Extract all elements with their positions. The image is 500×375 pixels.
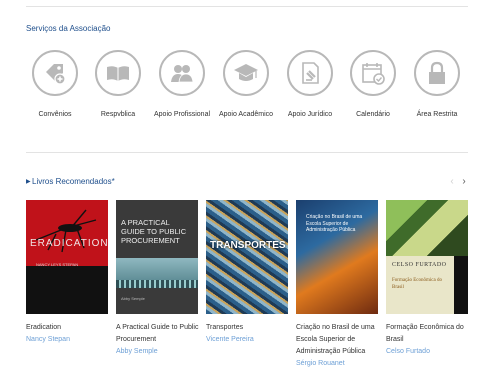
cover-title: TRANSPORTES (210, 240, 286, 251)
service-label: Convênios (38, 111, 72, 118)
service-label: Área Restrita (416, 111, 458, 118)
service-label: Respvblica (100, 111, 136, 118)
service-label: Apoio Acadêmico (218, 111, 274, 118)
book-cover[interactable]: ERADICATION NANCY LEYS STEPAN (26, 200, 108, 314)
mosquito-icon (35, 209, 97, 253)
book-author[interactable]: Vicente Pereira (206, 336, 290, 343)
book-card-procurement[interactable]: A PRACTICAL GUIDE TO PUBLIC PROCUREMENT … (116, 200, 200, 355)
service-calendario[interactable]: Calendário (338, 50, 408, 118)
service-apoio-academico[interactable]: Apoio Acadêmico (211, 50, 281, 118)
carousel-next-button[interactable]: › (459, 176, 469, 188)
books-section-title: Livros Recomendados* (32, 177, 115, 186)
book-title[interactable]: Eradication (26, 322, 110, 334)
cover-title: Formação Econômica do Brasil (392, 278, 442, 290)
cover-author: CELSO FURTADO (392, 262, 447, 268)
book-cover[interactable]: Criação no Brasil de uma Escola Superior… (296, 200, 378, 314)
top-divider (26, 6, 468, 7)
book-author[interactable]: Celso Furtado (386, 348, 470, 355)
service-label: Apoio Profissional (153, 111, 211, 118)
cover-title: Criação no Brasil de uma Escola Superior… (306, 214, 363, 233)
services-row: Convênios Respvblica Apoio Profissional … (20, 50, 475, 125)
book-author[interactable]: Nancy Stepan (26, 336, 110, 343)
book-author[interactable]: Abby Semple (116, 348, 200, 355)
book-title[interactable]: A Practical Guide to Public Procurement (116, 322, 200, 346)
service-label: Apoio Jurídico (287, 111, 333, 118)
services-section-title: Serviços da Associação (26, 24, 111, 33)
carousel-prev-button[interactable]: ‹ (447, 176, 457, 188)
tag-plus-icon (32, 50, 78, 96)
document-gavel-icon (287, 50, 333, 96)
padlock-icon (414, 50, 460, 96)
book-cover[interactable]: TRANSPORTES (206, 200, 288, 314)
cover-author: NANCY LEYS STEPAN (36, 262, 79, 267)
book-card-formacao[interactable]: CELSO FURTADO Formação Econômica do Bras… (386, 200, 470, 355)
service-convenios[interactable]: Convênios (20, 50, 90, 118)
book-cover[interactable]: A PRACTICAL GUIDE TO PUBLIC PROCUREMENT … (116, 200, 198, 314)
cover-title: ERADICATION (30, 238, 108, 249)
book-title[interactable]: Formação Econômica do Brasil (386, 322, 470, 346)
service-apoio-juridico[interactable]: Apoio Jurídico (275, 50, 345, 118)
service-apoio-profissional[interactable]: Apoio Profissional (147, 50, 217, 118)
caret-right-icon: ▶ (26, 179, 31, 185)
book-card-eradication[interactable]: ERADICATION NANCY LEYS STEPAN Eradicatio… (26, 200, 110, 343)
graduation-cap-icon (223, 50, 269, 96)
service-respvblica[interactable]: Respvblica (83, 50, 153, 118)
book-card-transportes[interactable]: TRANSPORTES Transportes Vicente Pereira (206, 200, 290, 343)
cover-author: Abby Semple (121, 296, 145, 301)
open-book-icon (95, 50, 141, 96)
book-title[interactable]: Criação no Brasil de uma Escola Superior… (296, 322, 380, 358)
service-area-restrita[interactable]: Área Restrita (402, 50, 472, 118)
book-author[interactable]: Sérgio Rouanet (296, 360, 380, 367)
service-label: Calendário (356, 111, 390, 118)
book-cover[interactable]: CELSO FURTADO Formação Econômica do Bras… (386, 200, 468, 314)
section-divider (26, 152, 468, 153)
cover-title: A PRACTICAL GUIDE TO PUBLIC PROCUREMENT (121, 218, 187, 245)
people-icon (159, 50, 205, 96)
calendar-check-icon (350, 50, 396, 96)
book-card-criacao[interactable]: Criação no Brasil de uma Escola Superior… (296, 200, 380, 367)
book-title[interactable]: Transportes (206, 322, 290, 334)
